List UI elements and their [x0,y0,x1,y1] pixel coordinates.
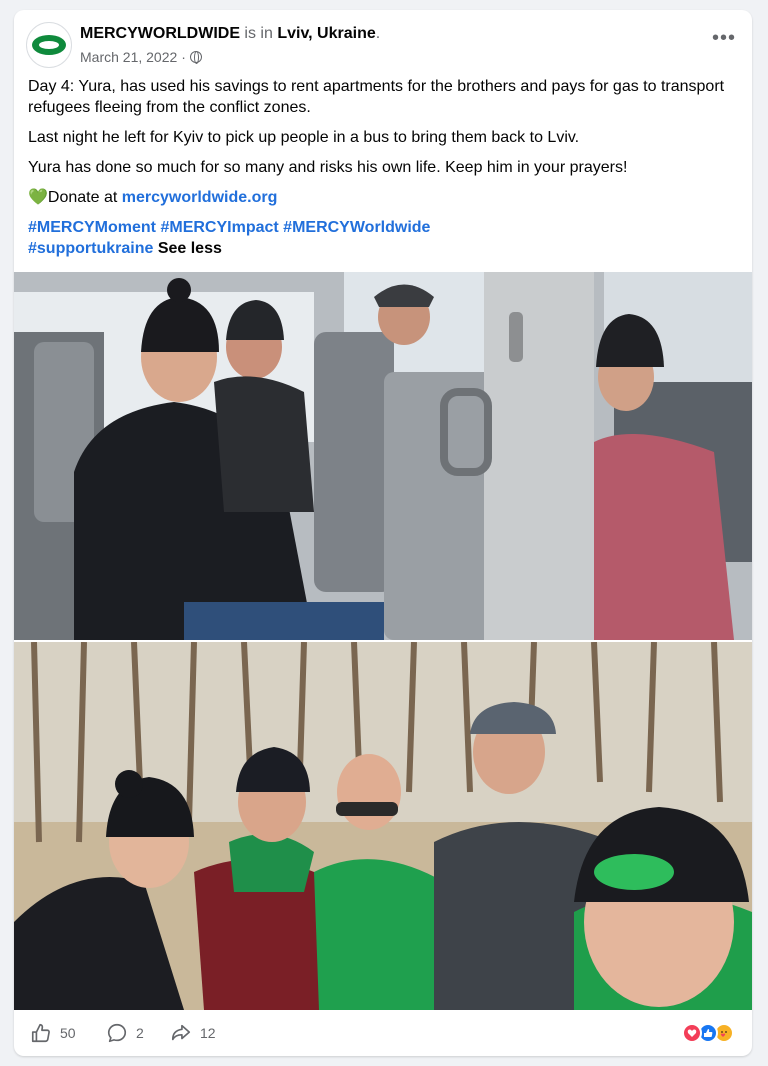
hashtag[interactable]: #supportukraine [28,240,153,257]
hashtag[interactable]: #MERCYMoment [28,219,156,236]
comment-button[interactable]: 2 [106,1022,144,1044]
share-icon [171,1024,191,1041]
hashtag[interactable]: #MERCYWorldwide [283,219,430,236]
post-date[interactable]: March 21, 2022 [80,48,177,66]
green-heart-icon: 💚 [28,189,48,206]
mercy-logo-icon [32,35,66,55]
globe-icon[interactable] [189,51,202,64]
hashtag[interactable]: #MERCYImpact [160,219,278,236]
like-button[interactable]: 50 [30,1022,76,1044]
paragraph-3: Yura has done so much for so many and ri… [28,159,628,176]
post-footer: 50 2 12 [14,1012,752,1056]
hashtags: #MERCYMoment #MERCYImpact #MERCYWorldwid… [28,217,738,259]
paragraph-2: Last night he left for Kyiv to pick up p… [28,129,580,146]
see-less-button[interactable]: See less [158,240,222,257]
author-line: MERCYWORLDWIDE is in Lviv, Ukraine. [80,24,380,44]
reaction-summary[interactable] [682,1023,738,1043]
comment-count: 2 [136,1025,144,1041]
forest-group-photo[interactable] [14,642,752,1010]
post-header: MERCYWORLDWIDE is in Lviv, Ukraine. Marc… [26,22,740,70]
post-card: MERCYWORLDWIDE is in Lviv, Ukraine. Marc… [14,10,752,1056]
like-count: 50 [60,1025,76,1041]
more-options-button[interactable]: ••• [708,28,740,52]
van-photo[interactable] [14,272,752,640]
thumbs-up-icon [31,1023,50,1043]
comment-icon [107,1023,127,1043]
author-avatar[interactable] [26,22,72,68]
donate-prefix: Donate at [47,189,122,206]
author-name[interactable]: MERCYWORLDWIDE [80,25,240,42]
paragraph-1: Day 4: Yura, has used his savings to ren… [28,78,725,116]
share-count: 12 [200,1025,216,1041]
share-button[interactable]: 12 [170,1022,216,1044]
date-separator: · [181,49,186,65]
love-reaction-icon [682,1023,702,1043]
donate-link[interactable]: mercyworldwide.org [122,189,278,206]
post-text: Day 4: Yura, has used his savings to ren… [28,76,738,268]
donate-line: 💚Donate at mercyworldwide.org [28,187,738,208]
author-period: . [375,25,381,42]
post-meta: March 21, 2022 · [80,48,202,66]
location-link[interactable]: Lviv, Ukraine [277,25,375,42]
author-verb: is in [239,25,278,42]
